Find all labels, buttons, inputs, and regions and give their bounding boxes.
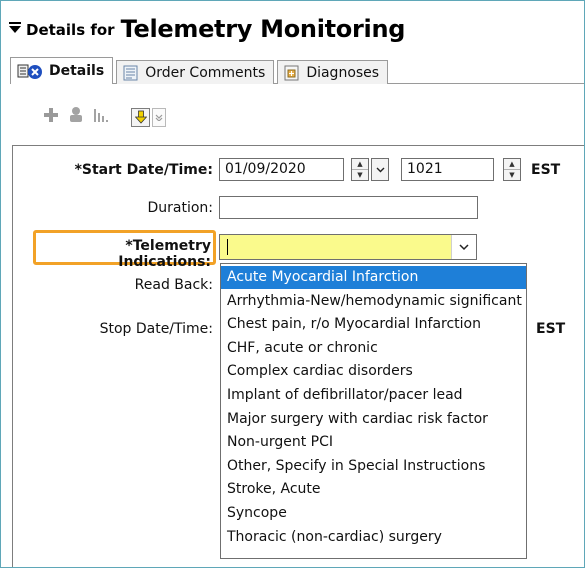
telemetry-indications-dropdown: Acute Myocardial Infarction Arrhythmia-Ne… — [220, 263, 527, 559]
tab-order-comments-label: Order Comments — [145, 64, 266, 81]
details-header: Details for Telemetry Monitoring — [9, 15, 405, 43]
dropdown-option[interactable]: Chest pain, r/o Myocardial Infarction — [221, 313, 526, 336]
chart-icon[interactable] — [93, 107, 109, 127]
diagnoses-icon — [284, 65, 300, 81]
add-icon[interactable] — [43, 107, 59, 127]
toolbar — [43, 103, 166, 131]
start-date-stepper[interactable]: ▲ ▼ — [351, 158, 369, 181]
remove-icon[interactable] — [67, 106, 85, 128]
dropdown-option[interactable]: Implant of defibrillator/pacer lead — [221, 384, 526, 407]
tab-details[interactable]: Details — [10, 57, 114, 84]
start-date-field[interactable]: 01/09/2020 — [219, 158, 344, 181]
yellow-down-arrow-icon[interactable] — [131, 107, 150, 127]
chevron-down-icon[interactable] — [152, 107, 166, 127]
comments-icon — [123, 65, 139, 81]
tab-order-comments[interactable]: Order Comments — [116, 60, 275, 84]
tab-details-label: Details — [49, 63, 105, 79]
stepper-up-icon[interactable]: ▲ — [504, 159, 520, 170]
start-timezone: EST — [531, 162, 561, 178]
stop-timezone: EST — [536, 321, 566, 337]
start-date-calendar-dropdown[interactable] — [371, 158, 389, 181]
tab-diagnoses-label: Diagnoses — [306, 64, 380, 81]
start-date-label: *Start Date/Time: — [74, 162, 213, 178]
dropdown-option[interactable]: Non-urgent PCI — [221, 431, 526, 454]
dropdown-option[interactable]: Complex cardiac disorders — [221, 360, 526, 383]
dropdown-option[interactable]: Acute Myocardial Infarction — [221, 266, 526, 289]
read-back-label: Read Back: — [134, 277, 213, 293]
dropdown-option[interactable]: Stroke, Acute — [221, 478, 526, 501]
details-for-label: Details for — [26, 21, 115, 39]
dropdown-option[interactable]: Arrhythmia-New/hemodynamic significant — [221, 290, 526, 313]
triangle-down-icon[interactable] — [9, 22, 21, 38]
stepper-down-icon[interactable]: ▼ — [504, 170, 520, 180]
start-time-field[interactable]: 1021 — [401, 158, 494, 181]
duration-label: Duration: — [147, 200, 213, 216]
text-cursor — [227, 239, 228, 255]
stepper-up-icon[interactable]: ▲ — [352, 159, 368, 170]
dropdown-option[interactable]: Syncope — [221, 502, 526, 525]
tab-bar: Details Order Comments Diagnoses — [10, 57, 391, 84]
page-title: Telemetry Monitoring — [120, 15, 406, 43]
tab-diagnoses[interactable]: Diagnoses — [277, 60, 389, 84]
telemetry-indications-combobox[interactable] — [219, 234, 477, 260]
chevron-down-icon[interactable] — [451, 235, 476, 259]
details-form-icon — [17, 63, 42, 79]
start-time-stepper[interactable]: ▲ ▼ — [503, 158, 521, 181]
telemetry-indications-label: *Telemetry Indications: — [118, 238, 211, 270]
duration-field[interactable] — [219, 196, 478, 219]
details-window: Details for Telemetry Monitoring Details — [0, 0, 585, 568]
stepper-down-icon[interactable]: ▼ — [352, 170, 368, 180]
dropdown-option[interactable]: Major surgery with cardiac risk factor — [221, 408, 526, 431]
dropdown-option[interactable]: Thoracic (non-cardiac) surgery — [221, 526, 526, 549]
stop-date-label: Stop Date/Time: — [99, 321, 213, 337]
dropdown-option[interactable]: CHF, acute or chronic — [221, 337, 526, 360]
dropdown-option[interactable]: Other, Specify in Special Instructions — [221, 455, 526, 478]
